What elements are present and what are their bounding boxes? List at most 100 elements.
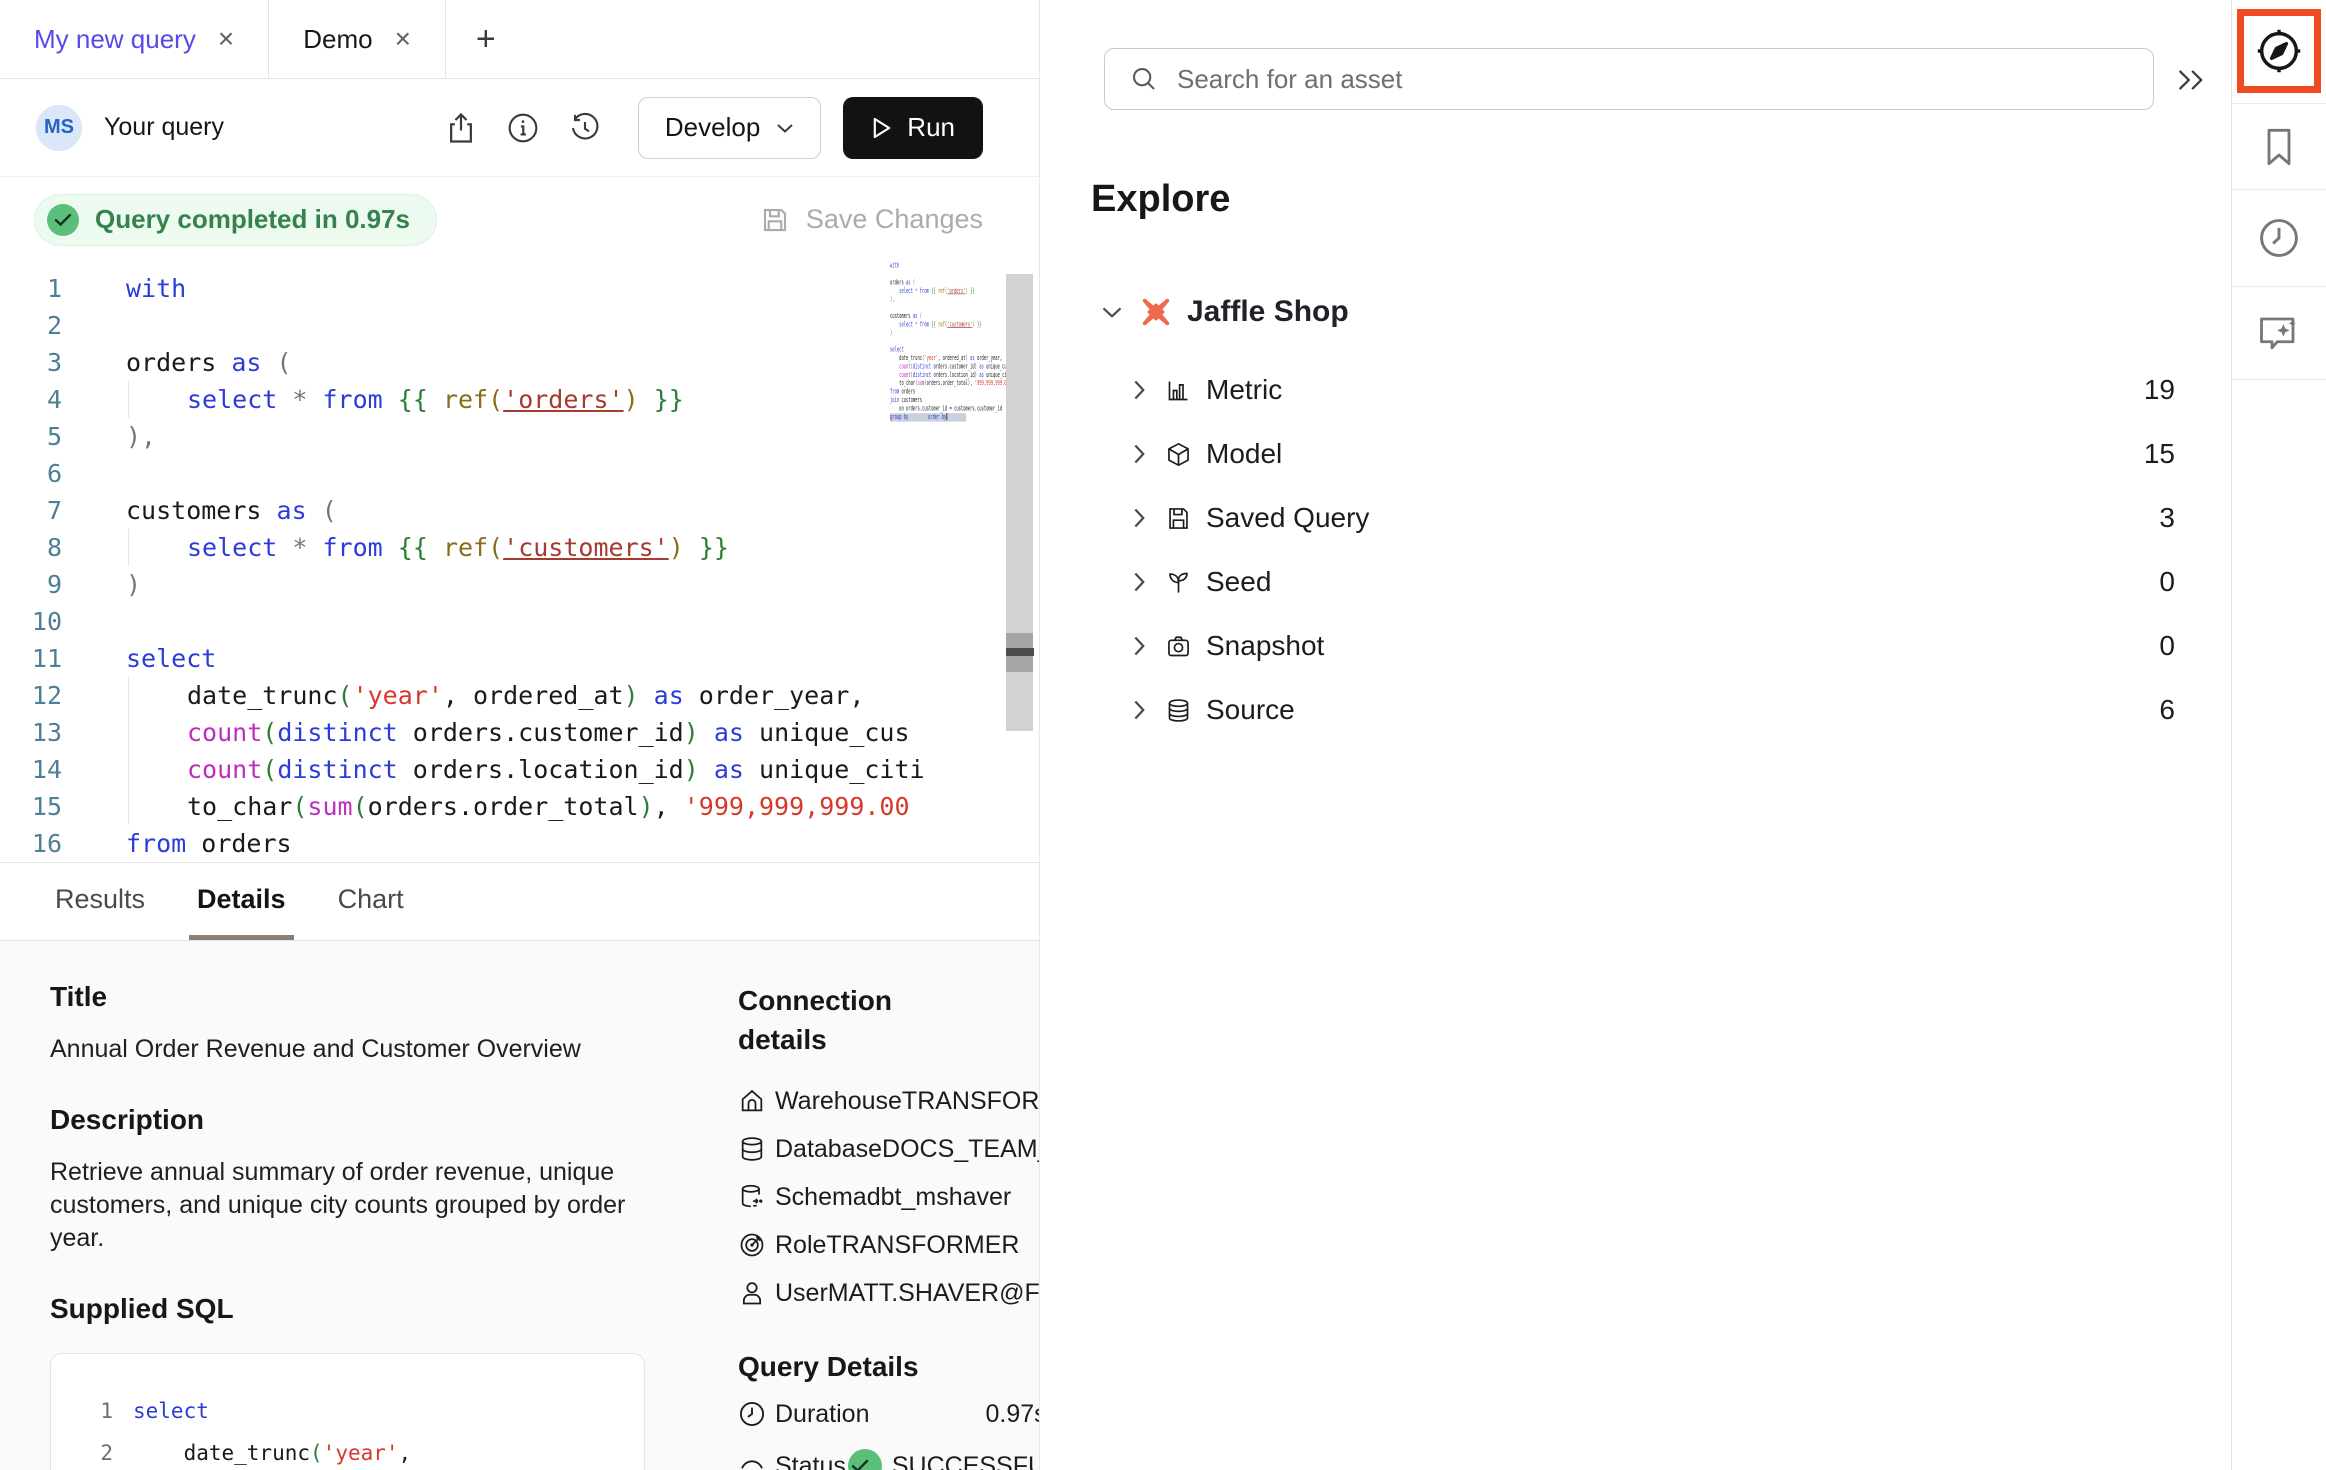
save-icon <box>760 205 790 235</box>
database-icon <box>738 1135 766 1163</box>
success-check-icon <box>47 204 79 236</box>
close-tab-icon[interactable]: × <box>395 25 411 53</box>
asset-tree: Jaffle Shop Metric19Model15Saved Query3S… <box>1041 288 2231 742</box>
tree-row-source[interactable]: Source6 <box>1041 678 2231 742</box>
explore-panel: Explore Jaffle Shop Metric19 Model 15 Saved… <box>1041 0 2231 1470</box>
connection-label: User <box>775 1279 828 1308</box>
asset-search-box[interactable] <box>1104 48 2154 110</box>
details-main-column: Title Annual Order Revenue and Customer … <box>50 981 670 1470</box>
project-name: Jaffle Shop <box>1187 295 1349 329</box>
status-row: Status SUCCESSFUL <box>738 1442 1039 1470</box>
chevron-right-icon[interactable] <box>1131 699 1147 721</box>
results-tabbar: Results Details Chart <box>0 862 1039 941</box>
run-label: Run <box>907 112 955 143</box>
results-tab-chart[interactable]: Chart <box>330 863 412 940</box>
run-button[interactable]: Run <box>843 97 983 159</box>
editor-minimap[interactable]: with orders as ( select * from {{ ref('o… <box>890 262 1006 712</box>
chevron-right-icon[interactable] <box>1131 443 1147 465</box>
chevron-right-icon[interactable] <box>1131 635 1147 657</box>
code-line: 3orders as ( <box>0 344 1039 381</box>
connection-value: TRANSFORMER <box>826 1231 1019 1260</box>
status-circle-icon <box>738 1452 766 1470</box>
chevron-right-icon[interactable] <box>1131 379 1147 401</box>
connection-item-database: DatabaseDOCS_TEAM_ <box>738 1125 1039 1173</box>
code-line: 8select * from {{ ref('customers') }} <box>0 529 1039 566</box>
tab-demo[interactable]: Demo × <box>269 0 446 78</box>
develop-dropdown[interactable]: Develop <box>638 97 821 159</box>
code-line: 15to_char(sum(orders.order_total), '999,… <box>0 788 1039 825</box>
collapse-panel-button[interactable] <box>2169 60 2213 100</box>
new-tab-button[interactable]: + <box>446 0 526 78</box>
code-line: 2 <box>0 307 1039 344</box>
status-label: Status <box>775 1452 846 1470</box>
sql-code-editor[interactable]: 1with23orders as (4select * from {{ ref(… <box>0 258 1039 862</box>
title-heading: Title <box>50 981 670 1013</box>
active-selection-box <box>2237 9 2321 93</box>
code-lines: 1with23orders as (4select * from {{ ref(… <box>0 270 1039 862</box>
title-value: Annual Order Revenue and Customer Overvi… <box>50 1033 670 1066</box>
rail-item-history[interactable] <box>2232 190 2326 287</box>
code-line: 11select <box>0 640 1039 677</box>
bookmark-icon <box>2259 125 2299 169</box>
tab-my-new-query[interactable]: My new query × <box>0 0 269 78</box>
tree-row-metric[interactable]: Metric19 <box>1041 358 2231 422</box>
model-icon <box>1165 441 1192 468</box>
supplied-sql-line: 1select <box>79 1390 624 1432</box>
role-icon <box>738 1231 766 1259</box>
tree-row-snapshot[interactable]: Snapshot0 <box>1041 614 2231 678</box>
results-tab-results[interactable]: Results <box>47 863 153 940</box>
tree-count: 15 <box>2144 438 2175 470</box>
results-tab-details[interactable]: Details <box>189 863 294 940</box>
supplied-sql-heading: Supplied SQL <box>50 1293 670 1325</box>
connection-label: Warehouse <box>775 1087 902 1116</box>
tree-project-jaffle-shop[interactable]: Jaffle Shop <box>1041 288 2231 336</box>
tree-count: 6 <box>2159 694 2175 726</box>
supplied-sql-box: 1select2 date_trunc('year',ordered_at) a… <box>50 1353 645 1470</box>
connection-value: dbt_mshaver <box>867 1183 1012 1212</box>
query-editor-panel: My new query × Demo × + MS Your query <box>0 0 1040 1470</box>
duration-clock-icon <box>738 1400 766 1428</box>
chevron-right-icon[interactable] <box>1131 571 1147 593</box>
seed-icon <box>1165 569 1192 596</box>
source-icon <box>1165 697 1192 724</box>
details-panel: Title Annual Order Revenue and Customer … <box>0 941 1039 1470</box>
info-button[interactable] <box>506 111 540 145</box>
status-value: SUCCESSFUL <box>892 1452 1039 1470</box>
pane-resize-handle[interactable] <box>1006 648 1034 656</box>
tree-count: 19 <box>2144 374 2175 406</box>
close-tab-icon[interactable]: × <box>218 25 234 53</box>
connection-label: Role <box>775 1231 826 1260</box>
share-button[interactable] <box>444 111 478 145</box>
explore-heading: Explore <box>1091 178 1230 221</box>
rail-item-explore[interactable] <box>2232 0 2326 104</box>
connection-details-heading: Connection details <box>738 981 948 1059</box>
search-input[interactable] <box>1177 64 2057 95</box>
tree-row-saved-query[interactable]: Saved Query3 <box>1041 486 2231 550</box>
code-line: 13count(distinct orders.customer_id) as … <box>0 714 1039 751</box>
supplied-sql-line: 2 date_trunc('year', <box>79 1432 624 1470</box>
tree-children: Metric19 Model 15 Saved Query3Seed0Snapshot… <box>1041 358 2231 742</box>
details-side-column: Connection details Warehouse TRANSFORMER D… <box>738 981 1039 1470</box>
code-line: 7customers as ( <box>0 492 1039 529</box>
status-message: Query completed in 0.97s <box>95 204 410 235</box>
editor-scrollbar[interactable] <box>1006 274 1033 731</box>
save-changes-button[interactable]: Save Changes <box>760 204 983 235</box>
tree-row-model[interactable]: Model 15 <box>1041 422 2231 486</box>
history-button[interactable] <box>568 111 602 145</box>
rail-item-bookmarks[interactable] <box>2232 104 2326 190</box>
tree-label: Seed <box>1206 566 1271 598</box>
tree-label: Model <box>1206 438 1282 470</box>
user-icon <box>738 1279 766 1307</box>
description-heading: Description <box>50 1104 670 1136</box>
chevron-right-icon[interactable] <box>1131 507 1147 529</box>
code-line: 9) <box>0 566 1039 603</box>
info-icon <box>507 112 539 144</box>
tree-count: 3 <box>2159 502 2175 534</box>
code-line: 6 <box>0 455 1039 492</box>
tree-row-seed[interactable]: Seed0 <box>1041 550 2231 614</box>
connection-item-role: RoleTRANSFORMER <box>738 1221 1039 1269</box>
query-title: Your query <box>104 113 224 142</box>
side-rail <box>2231 0 2326 1470</box>
avatar: MS <box>36 105 82 151</box>
rail-item-assistant[interactable] <box>2232 287 2326 380</box>
